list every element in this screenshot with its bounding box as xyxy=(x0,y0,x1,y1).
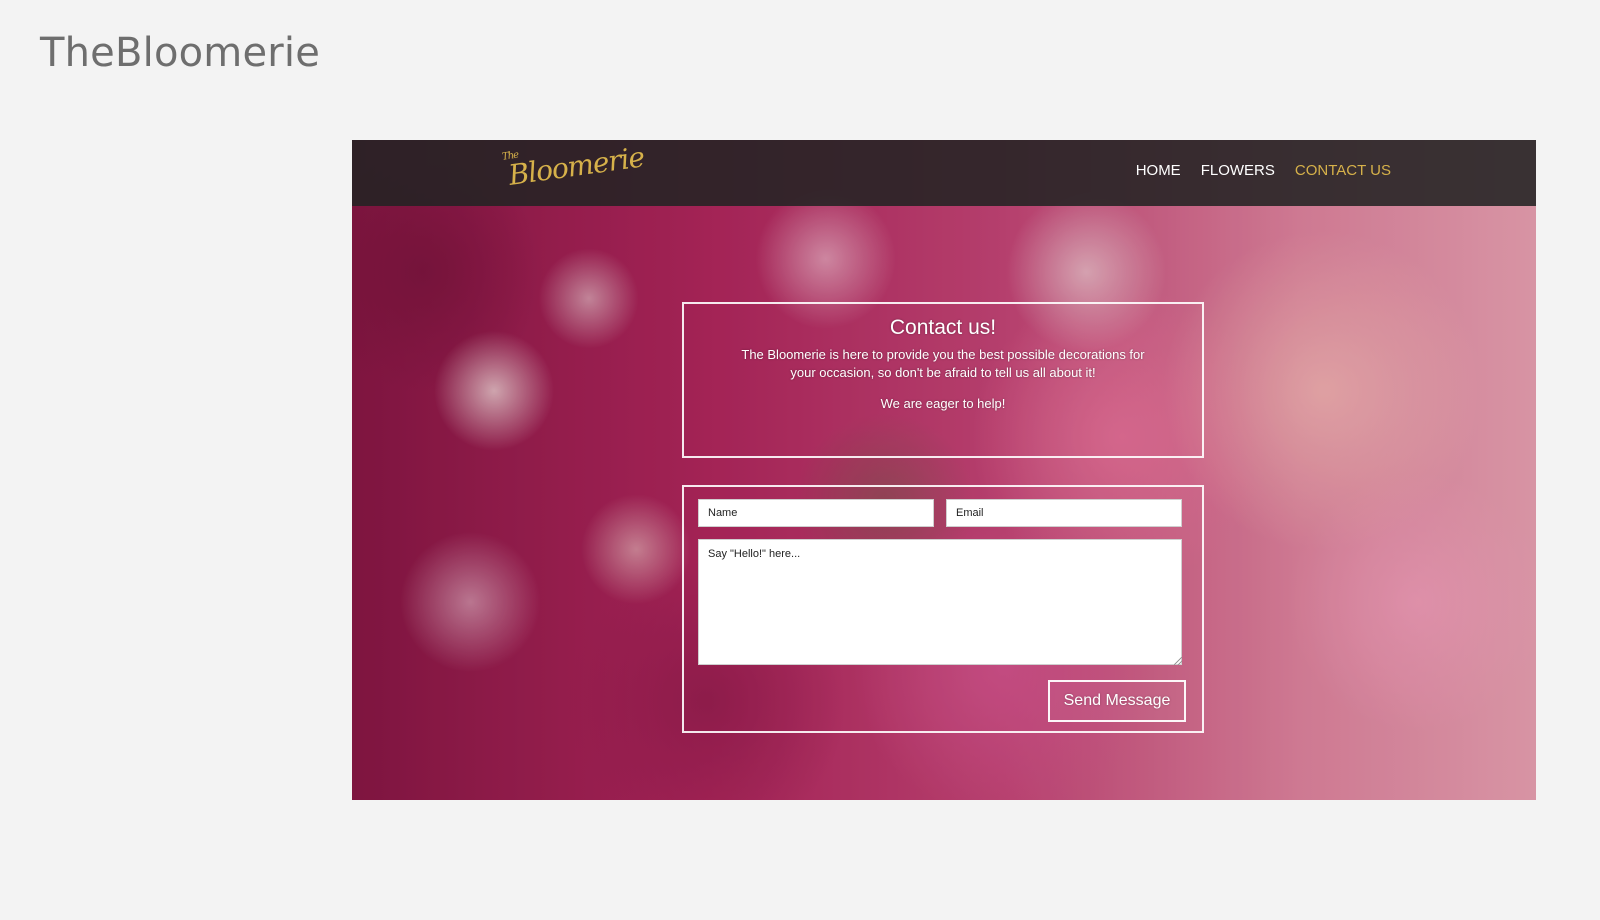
page-title: TheBloomerie xyxy=(40,30,321,76)
contact-subtext: We are eager to help! xyxy=(880,396,1006,411)
main-navigation: HOME FLOWERS CONTACT US xyxy=(1136,162,1391,179)
contact-description: The Bloomerie is here to provide you the… xyxy=(741,347,1145,380)
nav-home[interactable]: HOME xyxy=(1136,162,1181,179)
textarea-resize-handle[interactable] xyxy=(1174,657,1182,665)
site-navbar: The Bloomerie HOME FLOWERS CONTACT US xyxy=(352,140,1536,206)
nav-flowers[interactable]: FLOWERS xyxy=(1201,162,1275,179)
nav-contact-us[interactable]: CONTACT US xyxy=(1295,162,1391,179)
website-preview: The Bloomerie HOME FLOWERS CONTACT US Co… xyxy=(352,140,1536,800)
send-message-button[interactable]: Send Message xyxy=(1048,680,1186,722)
logo-main-text: Bloomerie xyxy=(506,140,647,192)
name-input[interactable] xyxy=(698,499,934,527)
logo-small-text: The xyxy=(501,149,519,163)
contact-form: Send Message xyxy=(682,485,1204,733)
message-textarea[interactable] xyxy=(698,539,1182,665)
email-input[interactable] xyxy=(946,499,1182,527)
site-logo[interactable]: The Bloomerie xyxy=(499,140,646,193)
contact-heading: Contact us! xyxy=(889,316,997,339)
contact-info-box: Contact us! The Bloomerie is here to pro… xyxy=(682,302,1204,458)
